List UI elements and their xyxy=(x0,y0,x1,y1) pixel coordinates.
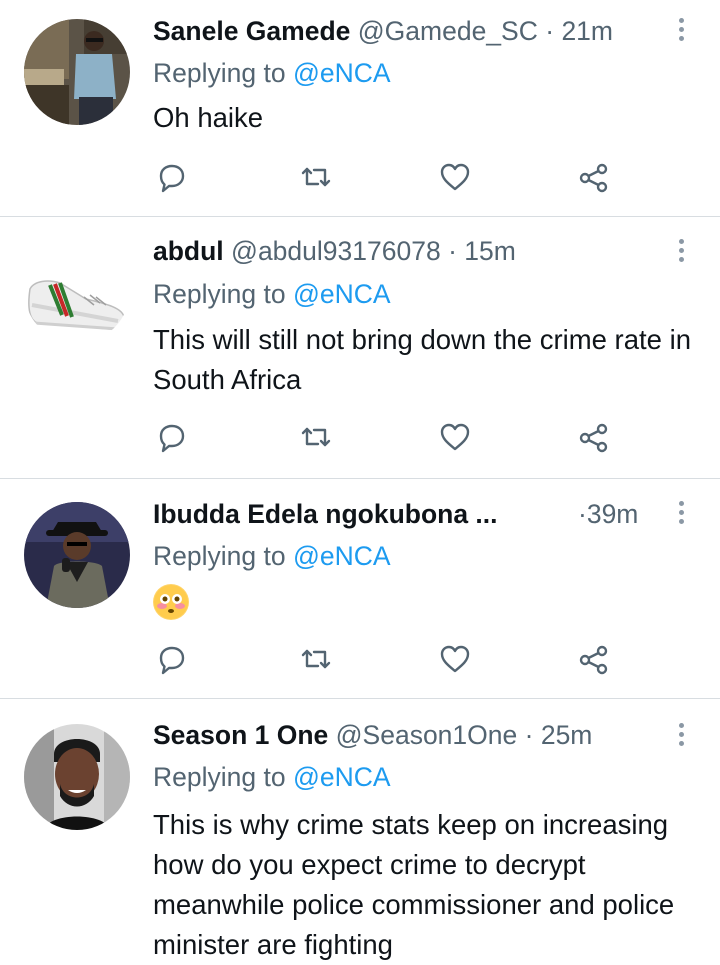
tweet-header: Sanele Gamede @Gamede_SC · 21m xyxy=(153,14,613,48)
mention-link[interactable]: @eNCA xyxy=(293,58,391,88)
replying-label: Replying to xyxy=(153,58,286,88)
separator-dot: · xyxy=(448,236,457,266)
action-bar xyxy=(152,419,622,455)
mention-link[interactable]: @eNCA xyxy=(293,541,391,571)
avatar[interactable] xyxy=(24,724,130,830)
like-icon[interactable] xyxy=(437,419,473,455)
more-options-icon[interactable] xyxy=(679,501,687,528)
share-icon[interactable] xyxy=(576,159,612,195)
tweet-text: Oh haike xyxy=(153,102,264,133)
separator-dot: · xyxy=(578,499,587,529)
replying-to: Replying to @eNCA xyxy=(153,56,391,90)
display-name[interactable]: Season 1 One xyxy=(153,720,328,750)
replying-label: Replying to xyxy=(153,762,286,792)
timestamp[interactable]: 15m xyxy=(464,236,516,266)
display-name[interactable]: Sanele Gamede xyxy=(153,16,350,46)
timestamp[interactable]: 25m xyxy=(541,720,593,750)
separator-dot: · xyxy=(545,16,555,46)
display-name[interactable]: abdul xyxy=(153,236,224,266)
tweet-text: This is why crime stats keep on increasi… xyxy=(153,809,675,960)
avatar[interactable] xyxy=(24,502,130,608)
retweet-icon[interactable] xyxy=(298,419,334,455)
more-options-icon[interactable] xyxy=(679,723,687,750)
tweet-text xyxy=(153,584,698,631)
reply-icon[interactable] xyxy=(154,419,190,455)
mention-link[interactable]: @eNCA xyxy=(293,279,391,309)
more-options-icon[interactable] xyxy=(679,18,687,45)
share-icon[interactable] xyxy=(576,641,612,677)
user-handle[interactable]: @Gamede_SC xyxy=(358,16,538,46)
reply-icon[interactable] xyxy=(154,159,190,195)
user-handle[interactable]: @Season1One xyxy=(336,720,518,750)
tweet[interactable]: Season 1 One @Season1One · 25m Replying … xyxy=(0,699,720,964)
retweet-icon[interactable] xyxy=(298,641,334,677)
tweet-text: This will still not bring down the crime… xyxy=(153,324,691,395)
more-options-icon[interactable] xyxy=(679,239,687,266)
like-icon[interactable] xyxy=(437,641,473,677)
display-name[interactable]: Ibudda Edela ngokubona ... xyxy=(153,499,498,529)
tweet-time: ·39m xyxy=(578,497,638,531)
tweet-header: Season 1 One @Season1One · 25m xyxy=(153,718,592,752)
tweet[interactable]: Ibudda Edela ngokubona ... ·39m Replying… xyxy=(0,479,720,699)
replying-to: Replying to @eNCA xyxy=(153,277,391,311)
reply-icon[interactable] xyxy=(154,641,190,677)
user-handle[interactable]: @abdul93176078 xyxy=(231,236,441,266)
flushed-face-emoji xyxy=(153,584,189,620)
tweet-header: Ibudda Edela ngokubona ... xyxy=(153,497,533,531)
avatar[interactable] xyxy=(24,237,130,343)
action-bar xyxy=(152,159,622,195)
replying-label: Replying to xyxy=(153,279,286,309)
tweet[interactable]: Sanele Gamede @Gamede_SC · 21m Replying … xyxy=(0,0,720,217)
action-bar xyxy=(152,641,622,677)
tweet-header: abdul @abdul93176078 · 15m xyxy=(153,234,516,268)
like-icon[interactable] xyxy=(437,159,473,195)
separator-dot: · xyxy=(524,720,534,750)
retweet-icon[interactable] xyxy=(298,159,334,195)
share-icon[interactable] xyxy=(576,419,612,455)
timestamp[interactable]: 21m xyxy=(561,16,613,46)
avatar[interactable] xyxy=(24,19,130,125)
tweet[interactable]: abdul @abdul93176078 · 15m Replying to @… xyxy=(0,217,720,479)
replying-to: Replying to @eNCA xyxy=(153,539,391,573)
replying-label: Replying to xyxy=(153,541,286,571)
mention-link[interactable]: @eNCA xyxy=(293,762,391,792)
timestamp[interactable]: 39m xyxy=(587,499,639,529)
replying-to: Replying to @eNCA xyxy=(153,760,391,794)
